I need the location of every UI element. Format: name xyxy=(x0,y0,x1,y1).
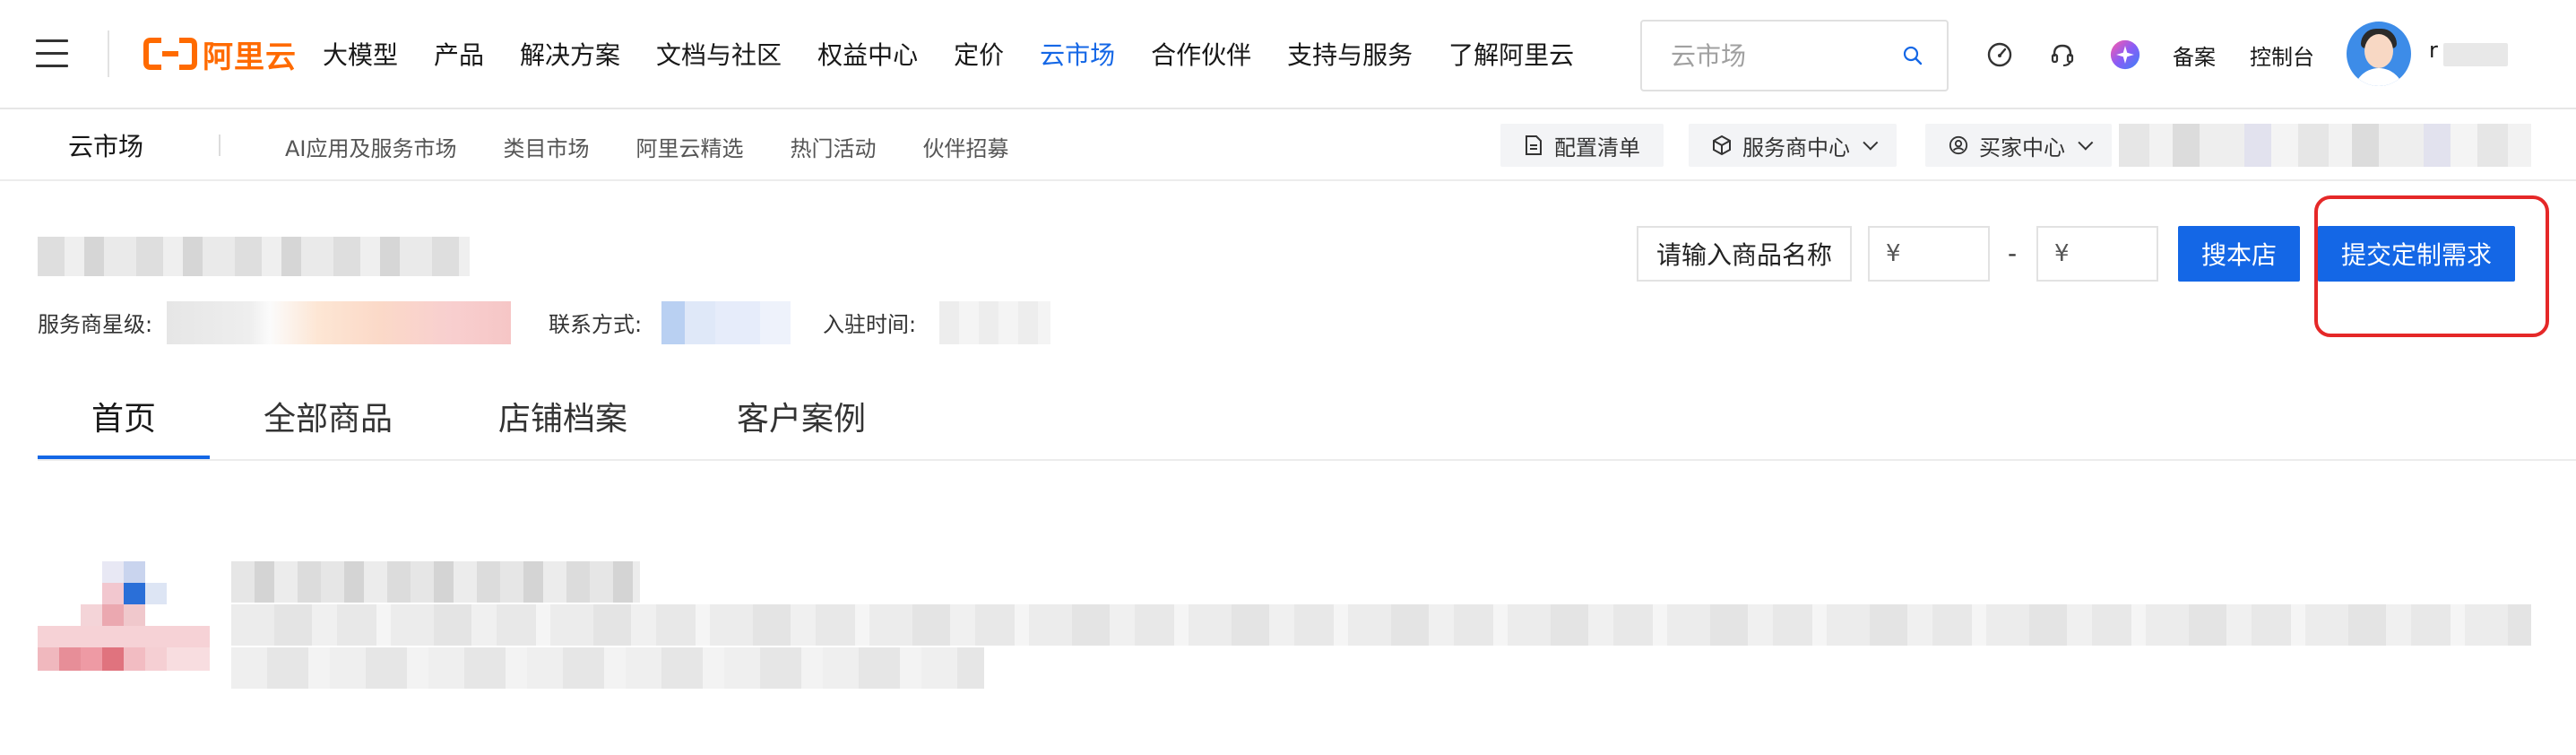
marketplace-search xyxy=(1640,20,1949,91)
joined-date-label: 入驻时间: xyxy=(823,312,917,337)
active-tab-indicator xyxy=(38,456,210,459)
price-range-separator: - xyxy=(2008,239,2018,268)
price-max-symbol: ¥ xyxy=(2054,240,2070,267)
main-nav-links: 大模型 产品 解决方案 文档与社区 权益中心 定价 云市场 合作伙伴 支持与服务… xyxy=(323,32,1610,75)
nav-link-marketplace[interactable]: 云市场 xyxy=(1040,36,1115,72)
top-utility-icons: 备案 控制台 xyxy=(1984,34,2348,75)
marketplace-search-input[interactable] xyxy=(1671,40,1886,71)
submit-custom-request-button[interactable]: 提交定制需求 xyxy=(2318,226,2515,282)
username[interactable]: r xyxy=(2429,38,2438,63)
product-name-input[interactable]: 请输入商品名称 xyxy=(1637,226,1852,282)
star-rating-label: 服务商星级: xyxy=(38,312,153,337)
tab-shop-profile[interactable]: 店铺档案 xyxy=(498,393,627,439)
buyer-center-label: 买家中心 xyxy=(1979,135,2065,161)
nav-link-partners[interactable]: 合作伙伴 xyxy=(1151,36,1251,72)
provider-center-label: 服务商中心 xyxy=(1742,135,1850,161)
tab-home[interactable]: 首页 xyxy=(91,393,156,439)
tab-all-products[interactable]: 全部商品 xyxy=(264,393,393,439)
username-redacted xyxy=(2443,43,2508,66)
shop-tabs: 首页 全部商品 店铺档案 客户案例 xyxy=(38,384,2576,461)
nav-link-benefits[interactable]: 权益中心 xyxy=(817,36,918,72)
contact-info-redacted[interactable] xyxy=(661,301,791,344)
redacted-account-info xyxy=(2119,124,2531,167)
dashboard-gauge-icon[interactable] xyxy=(1984,39,2015,70)
nav-link-pricing[interactable]: 定价 xyxy=(954,36,1004,72)
subnav-link-partner-recruit[interactable]: 伙伴招募 xyxy=(923,131,1009,162)
console-link[interactable]: 控制台 xyxy=(2250,39,2314,71)
logo-text: 阿里云 xyxy=(203,39,297,75)
chevron-down-icon xyxy=(1863,135,1879,151)
product-description-redacted xyxy=(231,604,2531,646)
menu-icon[interactable] xyxy=(36,39,68,68)
contact-label: 联系方式: xyxy=(549,312,643,337)
user-circle-icon xyxy=(1949,135,1968,155)
aliyun-logo[interactable]: 阿里云 xyxy=(143,32,297,75)
product-image xyxy=(38,561,210,671)
nav-link-about[interactable]: 了解阿里云 xyxy=(1448,36,1574,72)
search-icon[interactable] xyxy=(1902,45,1923,66)
cube-icon xyxy=(1713,135,1731,156)
subnav-link-promotions[interactable]: 热门活动 xyxy=(791,131,877,162)
buyer-center-dropdown[interactable]: 买家中心 xyxy=(1925,124,2112,167)
ai-assistant-icon[interactable] xyxy=(2110,39,2140,70)
nav-link-large-models[interactable]: 大模型 xyxy=(323,36,398,72)
record-filing-link[interactable]: 备案 xyxy=(2173,39,2216,71)
marketplace-subnav: 云市场 AI应用及服务市场 类目市场 阿里云精选 热门活动 伙伴招募 配置清单 … xyxy=(0,109,2576,181)
nav-link-products[interactable]: 产品 xyxy=(434,36,484,72)
provider-center-dropdown[interactable]: 服务商中心 xyxy=(1689,124,1897,167)
user-avatar[interactable] xyxy=(2347,22,2411,86)
document-icon xyxy=(1526,135,1542,155)
headset-support-icon[interactable] xyxy=(2047,39,2078,70)
top-navigation-bar: 阿里云 大模型 产品 解决方案 文档与社区 权益中心 定价 云市场 合作伙伴 支… xyxy=(0,0,2576,109)
product-name-prompt: 请输入商品名称 xyxy=(1655,240,1832,270)
price-min-input[interactable]: ¥ xyxy=(1868,226,1990,282)
product-thumbnail-redacted[interactable] xyxy=(38,561,210,671)
subnav-link-ai-apps[interactable]: AI应用及服务市场 xyxy=(285,131,457,162)
price-max-input[interactable]: ¥ xyxy=(2036,226,2158,282)
nav-link-solutions[interactable]: 解决方案 xyxy=(520,36,620,72)
product-description-redacted-2 xyxy=(231,647,984,689)
product-title-redacted[interactable] xyxy=(231,561,640,603)
nav-link-docs-community[interactable]: 文档与社区 xyxy=(656,36,782,72)
joined-date-redacted xyxy=(939,301,1050,344)
star-rating-redacted xyxy=(167,301,511,344)
aliyun-logo-icon xyxy=(143,38,197,70)
subnav-link-selection[interactable]: 阿里云精选 xyxy=(636,131,744,162)
divider xyxy=(108,30,109,77)
divider xyxy=(219,135,220,156)
search-shop-button[interactable]: 搜本店 xyxy=(2178,226,2300,282)
subnav-link-categories[interactable]: 类目市场 xyxy=(504,131,590,162)
shop-name-redacted xyxy=(38,237,470,276)
subnav-links: AI应用及服务市场 类目市场 阿里云精选 热门活动 伙伴招募 xyxy=(285,131,1056,162)
chevron-down-icon xyxy=(2078,135,2094,151)
config-list-label: 配置清单 xyxy=(1554,135,1640,161)
price-min-symbol: ¥ xyxy=(1886,240,1901,267)
subnav-title[interactable]: 云市场 xyxy=(68,127,143,163)
nav-link-support[interactable]: 支持与服务 xyxy=(1287,36,1413,72)
config-list-button[interactable]: 配置清单 xyxy=(1500,124,1664,167)
tab-customer-cases[interactable]: 客户案例 xyxy=(737,393,866,439)
